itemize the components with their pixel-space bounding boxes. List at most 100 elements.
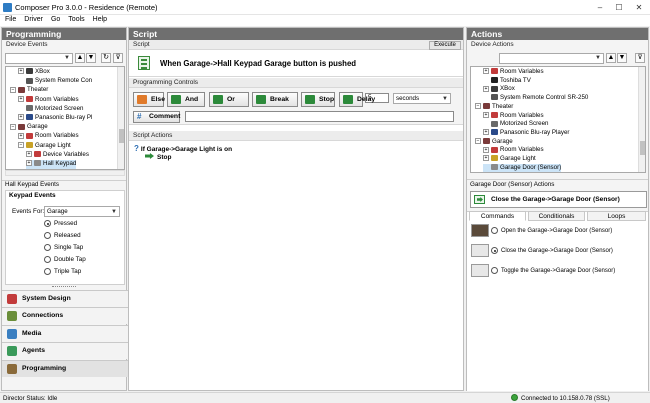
script-action-stop[interactable]: Stop	[145, 153, 171, 161]
tree-item[interactable]: + Hall Keypad	[26, 160, 77, 169]
tree-item[interactable]: + Room Variables	[18, 96, 79, 105]
arrow-up-button[interactable]: ▲	[75, 53, 85, 63]
command-option[interactable]: Open the Garage->Garage Door (Sensor)	[491, 227, 612, 234]
tree-item[interactable]: − Garage Light	[18, 142, 71, 151]
comment-input[interactable]	[185, 111, 454, 122]
collapse-icon[interactable]: −	[10, 86, 16, 93]
expand-icon[interactable]: +	[483, 129, 489, 136]
device-search-combo[interactable]: ▼	[5, 53, 73, 64]
event-option[interactable]: Triple Tap	[44, 268, 81, 275]
expand-icon[interactable]: +	[483, 68, 489, 75]
tree-item[interactable]: − Garage	[475, 138, 513, 147]
tree-item[interactable]: + Panasonic Blu-ray Player	[483, 129, 569, 138]
collapse-icon[interactable]: −	[475, 137, 481, 144]
radio-button[interactable]	[44, 220, 51, 227]
command-option[interactable]: Close the Garage->Garage Door (Sensor)	[491, 247, 613, 254]
radio-button[interactable]	[491, 227, 498, 234]
menu-help[interactable]: Help	[89, 15, 111, 23]
script-action-if[interactable]: ? If Garage->Garage Light is on	[134, 144, 232, 153]
menu-file[interactable]: File	[0, 15, 20, 23]
tree-item[interactable]: − Theater	[10, 86, 48, 95]
action-search-combo[interactable]: ▼	[499, 53, 604, 64]
menu-driver[interactable]: Driver	[20, 15, 47, 23]
expand-icon[interactable]: +	[18, 68, 24, 75]
tab-loops[interactable]: Loops	[587, 211, 646, 221]
break-button[interactable]: Break	[252, 92, 298, 107]
radio-button[interactable]	[491, 267, 498, 274]
script-actions-list[interactable]: ? If Garage->Garage Light is on Stop	[132, 143, 460, 385]
tree-scrollbar[interactable]	[638, 67, 645, 172]
tree-item[interactable]: Motorized Screen	[18, 105, 84, 114]
event-option[interactable]: Released	[44, 232, 81, 239]
radio-button[interactable]	[44, 256, 51, 263]
event-option[interactable]: Single Tap	[44, 244, 83, 251]
tree-item[interactable]: + Room Variables	[483, 68, 544, 77]
expand-icon[interactable]: +	[18, 132, 24, 139]
comment-button[interactable]: # Comment	[133, 111, 180, 123]
minimize-button[interactable]: –	[593, 2, 607, 13]
radio-button[interactable]	[44, 232, 51, 239]
tab-commands[interactable]: Commands	[469, 211, 526, 221]
nav-agents[interactable]: Agents	[2, 342, 128, 360]
delay-unit-select[interactable]: seconds ▼	[393, 93, 451, 104]
expand-icon[interactable]: +	[483, 155, 489, 162]
tree-item[interactable]: System Remote Control SR-250	[483, 94, 588, 103]
nav-system-design[interactable]: System Design	[2, 290, 128, 307]
arrow-up-button[interactable]: ▲	[606, 53, 616, 63]
tree-item[interactable]: Motorized Screen	[483, 120, 549, 129]
splitter-grip[interactable]	[52, 286, 76, 288]
event-option[interactable]: Double Tap	[44, 256, 86, 263]
scroll-thumb[interactable]	[119, 129, 124, 143]
events-for-select[interactable]: Garage ▼	[44, 206, 120, 217]
expand-icon[interactable]: +	[26, 151, 32, 158]
menu-tools[interactable]: Tools	[64, 15, 88, 23]
tree-item[interactable]: + Room Variables	[18, 132, 79, 141]
radio-button[interactable]	[44, 268, 51, 275]
arrow-down-button[interactable]: ▼	[86, 53, 96, 63]
arrow-down-button[interactable]: ▼	[617, 53, 627, 63]
filter-icon[interactable]: ⊽	[635, 53, 645, 63]
expand-icon[interactable]: +	[18, 95, 24, 102]
radio-button[interactable]	[44, 244, 51, 251]
expand-icon[interactable]: +	[483, 85, 489, 92]
maximize-button[interactable]: ☐	[612, 2, 626, 13]
close-button[interactable]: ✕	[632, 2, 646, 13]
and-button[interactable]: And	[167, 92, 205, 107]
filter-icon[interactable]: ⊽	[113, 53, 123, 63]
scroll-thumb[interactable]	[640, 141, 645, 155]
collapse-icon[interactable]: −	[10, 123, 16, 130]
tab-conditionals[interactable]: Conditionals	[528, 211, 585, 221]
tree-item[interactable]: Garage Door (Sensor)	[483, 163, 562, 172]
device-events-tree[interactable]: + XBox System Remote Con − Theater + Room Vari…	[5, 66, 125, 170]
nav-programming[interactable]: Programming	[2, 359, 128, 377]
tree-item[interactable]: Toshiba TV	[483, 77, 531, 86]
device-actions-tree[interactable]: + Room Variables Toshiba TV + XBox System Rem…	[470, 66, 646, 173]
tree-item[interactable]: + Panasonic Blu-ray Pl	[18, 114, 92, 123]
collapse-icon[interactable]: −	[475, 103, 481, 110]
delay-button[interactable]: Delay	[339, 92, 375, 107]
stop-button[interactable]: Stop	[301, 92, 335, 107]
collapse-icon[interactable]: −	[18, 141, 24, 148]
or-button[interactable]: Or	[209, 92, 249, 107]
else-button[interactable]: Else	[133, 92, 165, 107]
tree-item[interactable]: + Room Variables	[483, 146, 544, 155]
nav-media[interactable]: Media	[2, 324, 128, 342]
tree-item[interactable]: + Garage Light	[483, 155, 536, 164]
tree-item[interactable]: + Room Variables	[483, 112, 544, 121]
expand-icon[interactable]: +	[483, 111, 489, 118]
tree-item[interactable]: − Garage	[10, 123, 48, 132]
command-option[interactable]: Toggle the Garage->Garage Door (Sensor)	[491, 267, 615, 274]
tree-item[interactable]: System Remote Con	[18, 77, 92, 86]
tree-hscrollbar[interactable]	[5, 170, 125, 176]
expand-icon[interactable]: +	[26, 160, 32, 167]
tree-item[interactable]: − Theater	[475, 103, 513, 112]
radio-button[interactable]	[491, 247, 498, 254]
expand-icon[interactable]: +	[483, 146, 489, 153]
event-option[interactable]: Pressed	[44, 220, 77, 227]
tree-item[interactable]: + Device Variables	[26, 151, 89, 160]
tree-item[interactable]: + XBox	[483, 85, 515, 94]
tree-item[interactable]: + XBox	[18, 68, 50, 77]
refresh-icon[interactable]: ↻	[101, 53, 111, 63]
selected-action-row[interactable]: Close the Garage->Garage Door (Sensor)	[470, 191, 647, 208]
expand-icon[interactable]: +	[18, 114, 24, 121]
